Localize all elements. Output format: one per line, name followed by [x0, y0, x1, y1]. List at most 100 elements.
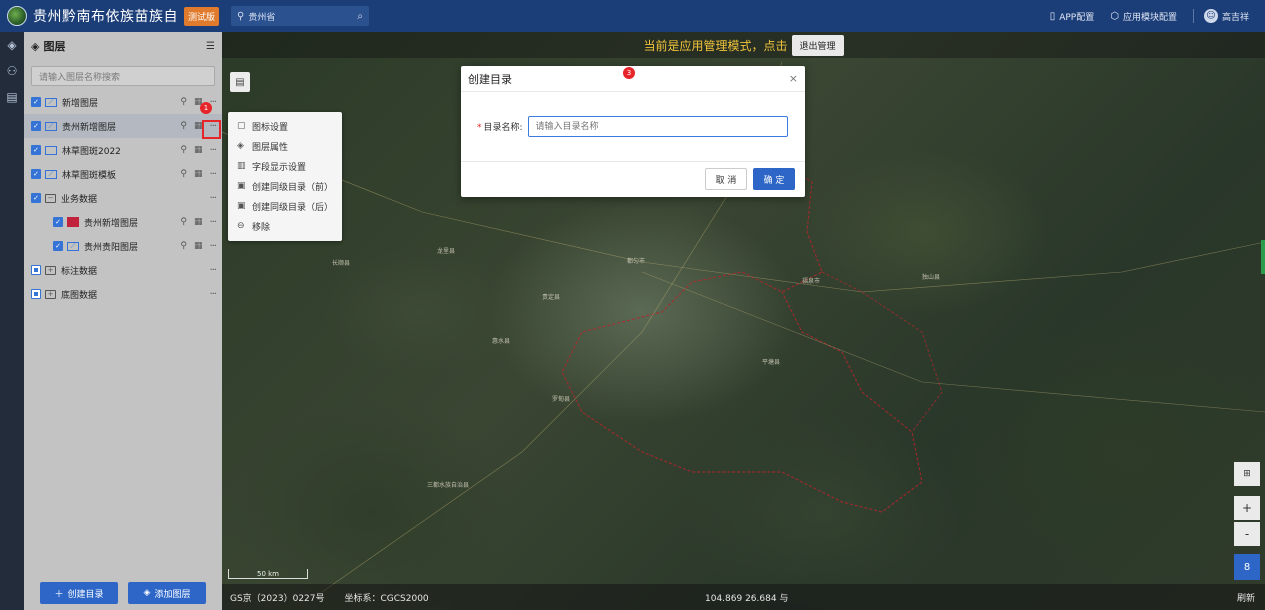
- directory-name-input[interactable]: [527, 116, 788, 137]
- layer-search-input[interactable]: 请输入图层名称搜索: [31, 66, 215, 86]
- layer-label: 新增图层: [62, 98, 99, 109]
- layers-icon[interactable]: ◈: [0, 32, 24, 58]
- layers-icon: ◈: [31, 39, 40, 53]
- layer-row[interactable]: ✓ ⟋ 贵州贵阳图层 ⚲ ▦ ···: [24, 234, 222, 258]
- directory-name-label-text: 目录名称:: [483, 123, 523, 133]
- layer-checkbox[interactable]: ✓: [31, 169, 41, 179]
- town-label: 三都水族自治县: [427, 482, 470, 489]
- layer-checkbox[interactable]: ✓: [53, 241, 63, 251]
- more-icon[interactable]: ···: [209, 289, 216, 300]
- right-side-tab[interactable]: [1261, 240, 1265, 274]
- table-icon[interactable]: ▤: [0, 84, 24, 110]
- user-menu[interactable]: ☺ 高吉祥: [1203, 9, 1249, 23]
- layer-context-menu: ▢ 图标设置 ◈ 图层属性 ▥ 字段显示设置 ▣ 创建同级目录（前） ▣ 创建同级目录（后…: [228, 112, 342, 241]
- polygon-layer-icon: [45, 145, 57, 155]
- app-logo: [7, 6, 27, 26]
- location-icon[interactable]: ⚲: [180, 145, 187, 155]
- confirm-button[interactable]: 确 定: [753, 168, 795, 190]
- search-icon[interactable]: ⌕: [357, 11, 363, 22]
- layer-checkbox[interactable]: ✓: [31, 97, 41, 107]
- layer-checkbox[interactable]: ✓: [31, 145, 41, 155]
- more-icon[interactable]: ···: [209, 169, 216, 180]
- folder-row[interactable]: ✓ − 业务数据 ···: [24, 186, 222, 210]
- attribute-table-icon[interactable]: ▦: [194, 169, 203, 179]
- location-icon[interactable]: ⚲: [180, 217, 187, 227]
- legend-icon[interactable]: ▤: [230, 72, 250, 92]
- town-label: 福泉市: [802, 278, 821, 285]
- minus-circle-icon: ⊖: [237, 221, 245, 231]
- step-marker-1: 1: [200, 102, 212, 114]
- more-icon[interactable]: ···: [209, 193, 216, 204]
- exit-admin-button[interactable]: 退出管理: [791, 34, 844, 56]
- menu-item-remove[interactable]: ⊖ 移除: [228, 216, 342, 236]
- layer-row[interactable]: ✓ ⟋ 林草图斑模板 ⚲ ▦ ···: [24, 162, 222, 186]
- collapse-icon[interactable]: ☰: [206, 41, 215, 52]
- vector-layer-icon: ⟋: [67, 241, 79, 251]
- menu-item-layer-properties[interactable]: ◈ 图层属性: [228, 136, 342, 156]
- create-directory-button[interactable]: ＋ 创建目录: [40, 582, 118, 604]
- location-icon[interactable]: ⚲: [180, 169, 187, 179]
- road-line: [641, 271, 1265, 413]
- zoom-out-button[interactable]: -: [1234, 522, 1260, 546]
- layer-checkbox[interactable]: ✓: [53, 217, 63, 227]
- location-icon[interactable]: ⚲: [180, 121, 187, 131]
- columns-icon: ▥: [237, 161, 246, 171]
- folder-label: 业务数据: [61, 194, 98, 205]
- menu-item-create-sibling-before[interactable]: ▣ 创建同级目录（前）: [228, 176, 342, 196]
- region-selector[interactable]: ⚲ 贵州省 ⌕: [231, 6, 370, 26]
- menu-item-field-display[interactable]: ▥ 字段显示设置: [228, 156, 342, 176]
- refresh-button[interactable]: 刷新: [1237, 591, 1255, 604]
- folder-checkbox[interactable]: [31, 289, 41, 299]
- attribute-table-icon[interactable]: ▦: [194, 241, 203, 251]
- layer-tree: ✓ ⟋ 新增图层 ⚲ ▦ ··· ✓ ⟋ 贵州新增图层 ⚲ ▦ ··· ✓ 林草图斑20…: [24, 90, 222, 306]
- attribute-table-icon[interactable]: ▦: [194, 145, 203, 155]
- plus-icon: ＋: [54, 589, 64, 600]
- more-icon[interactable]: ···: [209, 217, 216, 228]
- coordinate-system: 坐标系：CGCS2000: [344, 593, 429, 604]
- layer-panel-footer: ＋ 创建目录 ◈ 添加图层: [24, 576, 222, 610]
- zoom-in-button[interactable]: +: [1234, 496, 1260, 520]
- boundary-line: [561, 161, 923, 513]
- layer-panel-title: 图层: [43, 40, 66, 53]
- dialog-title: 创建目录: [468, 72, 512, 86]
- more-icon[interactable]: ···: [209, 265, 216, 276]
- menu-item-icon-settings[interactable]: ▢ 图标设置: [228, 116, 342, 136]
- layer-row[interactable]: ✓ 贵州新增图层 ⚲ ▦ ···: [24, 210, 222, 234]
- more-icon[interactable]: ···: [209, 241, 216, 252]
- header-divider: [1192, 9, 1194, 23]
- location-icon[interactable]: ⚲: [180, 97, 187, 107]
- cancel-button[interactable]: 取 消: [705, 168, 747, 190]
- step-marker-3: 3: [623, 67, 635, 79]
- module-config-label: 应用模块配置: [1122, 12, 1177, 23]
- layer-row[interactable]: ✓ ⟋ 新增图层 ⚲ ▦ ···: [24, 90, 222, 114]
- layer-panel-header: ◈ 图层 ☰: [24, 32, 222, 60]
- layer-label: 林草图斑2022: [62, 146, 121, 157]
- folder-checkbox[interactable]: ✓: [31, 193, 41, 203]
- people-icon[interactable]: ⚇: [0, 58, 24, 84]
- map-copyright: GS京（2023）0227号: [230, 593, 325, 604]
- layer-count-icon[interactable]: ⊞: [1234, 462, 1260, 486]
- add-layer-button[interactable]: ◈ 添加图层: [128, 582, 206, 604]
- folder-row[interactable]: + 底图数据 ···: [24, 282, 222, 306]
- attribute-table-icon[interactable]: ▦: [194, 217, 203, 227]
- scale-bar: 50 km: [228, 569, 308, 579]
- folder-row[interactable]: + 标注数据 ···: [24, 258, 222, 282]
- town-label: 独山县: [922, 274, 941, 281]
- location-icon[interactable]: ⚲: [180, 241, 187, 251]
- folder-plus-icon: ▣: [237, 181, 246, 191]
- layer-row[interactable]: ✓ ⟋ 贵州新增图层 ⚲ ▦ ···: [24, 114, 222, 138]
- dialog-body: * 目录名称:: [461, 92, 805, 162]
- folder-checkbox[interactable]: [31, 265, 41, 275]
- layer-row[interactable]: ✓ 林草图斑2022 ⚲ ▦ ···: [24, 138, 222, 162]
- menu-item-create-sibling-after[interactable]: ▣ 创建同级目录（后）: [228, 196, 342, 216]
- module-config-button[interactable]: ⬡ 应用模块配置: [1110, 10, 1177, 23]
- close-icon[interactable]: ×: [789, 72, 798, 85]
- document-icon: ▢: [237, 121, 246, 131]
- app-config-button[interactable]: ▯ APP配置: [1050, 10, 1095, 23]
- more-icon[interactable]: ···: [209, 145, 216, 156]
- folder-icon: +: [45, 265, 56, 275]
- layer-label: 贵州新增图层: [84, 218, 139, 229]
- user-name: 高吉祥: [1221, 12, 1249, 23]
- layers-icon: ◈: [143, 588, 151, 598]
- layer-checkbox[interactable]: ✓: [31, 121, 41, 131]
